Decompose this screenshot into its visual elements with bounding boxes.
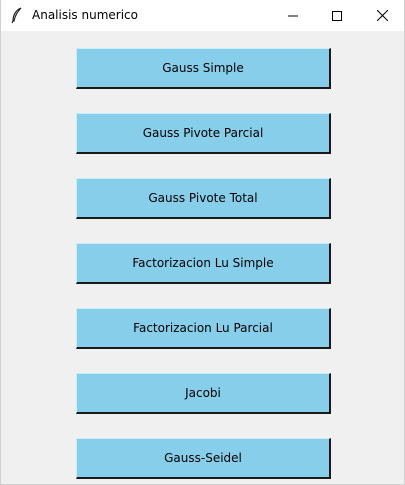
gauss-pivote-total-button[interactable]: Gauss Pivote Total	[76, 178, 331, 219]
close-icon	[376, 6, 388, 25]
window-title: Analisis numerico	[32, 8, 138, 22]
jacobi-button[interactable]: Jacobi	[76, 373, 331, 414]
minimize-button[interactable]	[270, 0, 316, 31]
gauss-pivote-parcial-button[interactable]: Gauss Pivote Parcial	[76, 113, 331, 154]
gauss-seidel-button[interactable]: Gauss-Seidel	[76, 438, 331, 479]
factorizacion-lu-parcial-button[interactable]: Factorizacion Lu Parcial	[76, 308, 331, 349]
gauss-simple-button[interactable]: Gauss Simple	[76, 48, 331, 89]
app-window: Analisis numerico Gauss Simple Gauss Piv…	[0, 0, 405, 485]
factorizacion-lu-simple-button[interactable]: Factorizacion Lu Simple	[76, 243, 331, 284]
feather-icon	[10, 7, 24, 24]
minimize-icon	[288, 6, 298, 25]
close-button[interactable]	[359, 0, 405, 31]
title-bar[interactable]: Analisis numerico	[1, 0, 404, 31]
maximize-button[interactable]	[314, 0, 360, 31]
maximize-icon	[332, 6, 342, 25]
